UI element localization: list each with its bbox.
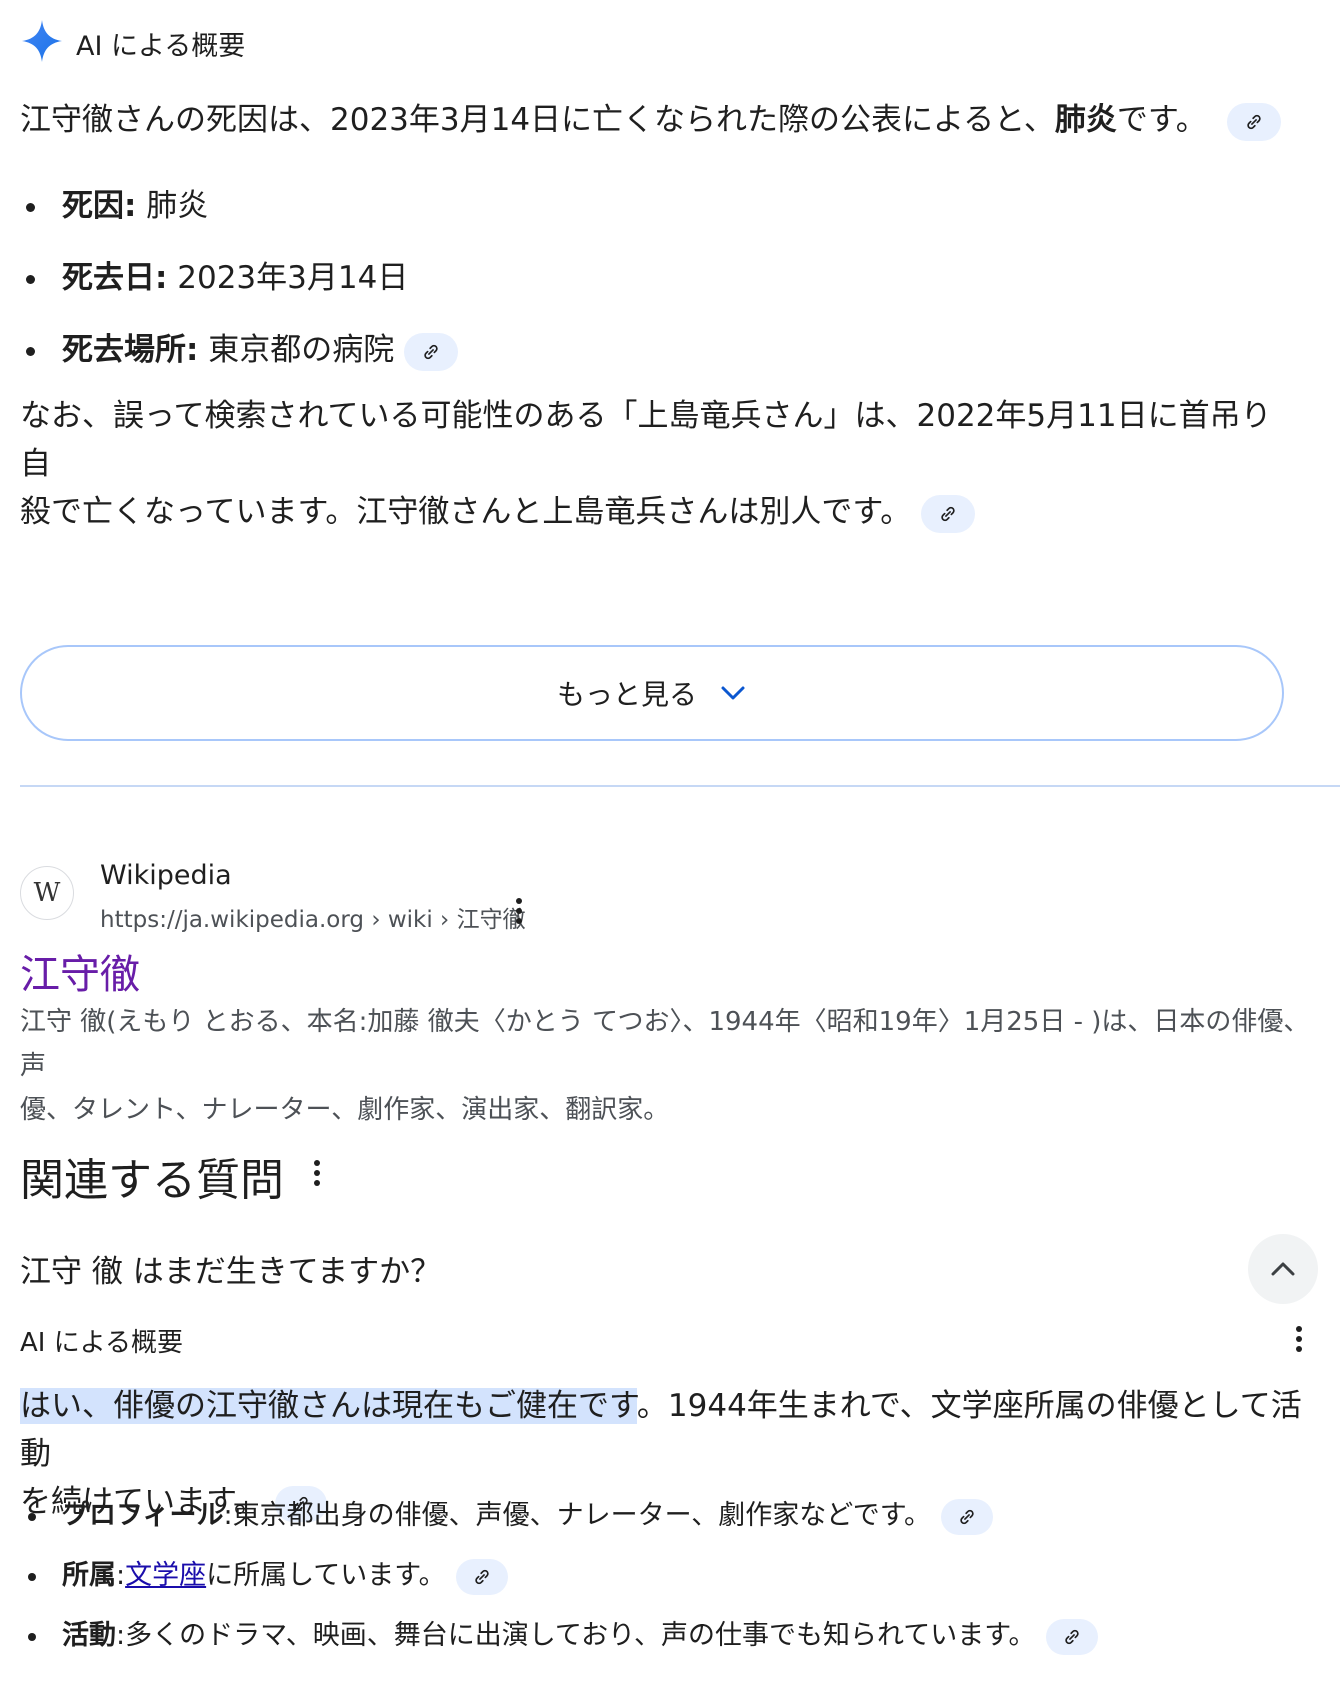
ai-facts-list: 死因: 肺炎 死去日: 2023年3月14日 死去場所: 東京都の病院 — [20, 182, 1320, 398]
source-link-chip[interactable] — [455, 1558, 508, 1595]
ai-note: なお、誤って検索されている可能性のある「上島竜兵さん」は、2022年5月11日に… — [20, 392, 1280, 536]
source-link-chip[interactable] — [921, 494, 976, 533]
ai-overview-title: AI による概要 — [76, 30, 246, 62]
note-text: 殺で亡くなっています。江守徹さんと上島竜兵さんは別人です。 — [20, 494, 912, 530]
fact-label: 死去場所: — [62, 332, 199, 368]
answer-highlight: はい、俳優の江守徹さんは現在もご健在です — [20, 1388, 637, 1424]
result-url[interactable]: https://ja.wikipedia.org › wiki › 江守徹 — [100, 900, 526, 934]
wikipedia-favicon: W — [20, 866, 74, 920]
snippet-line: 優、タレント、ナレーター、劇作家、演出家、翻訳家。 — [20, 1095, 670, 1125]
show-more-label: もっと見る — [556, 678, 697, 711]
list-item: 死去場所: 東京都の病院 — [20, 326, 1320, 398]
note-line-2: 殺で亡くなっています。江守徹さんと上島竜兵さんは別人です。 — [20, 488, 1280, 536]
result-site-name[interactable]: Wikipedia — [100, 860, 232, 891]
list-item: 所属:文学座に所属しています。 — [20, 1554, 1330, 1614]
detail-label: 所属 — [62, 1560, 116, 1591]
fact-label: 死因: — [62, 188, 137, 224]
fact-value: 東京都の病院 — [198, 332, 395, 368]
source-link-chip[interactable] — [1226, 102, 1281, 141]
link-icon — [1064, 1629, 1079, 1644]
detail-text-post: に所属しています。 — [206, 1560, 446, 1591]
related-questions-heading: 関連する質問 — [20, 1155, 284, 1206]
collapse-question-button[interactable] — [1248, 1234, 1318, 1304]
show-more-button[interactable]: もっと見る — [20, 645, 1284, 741]
link-icon — [941, 506, 955, 521]
link-icon — [960, 1509, 974, 1524]
detail-text: :多くのドラマ、映画、舞台に出演しており、声の仕事でも知られています。 — [116, 1620, 1036, 1651]
fact-label: 死去日: — [62, 260, 168, 296]
snippet-line: 江守 徹(えもり とおる、本名:加藤 徹夫〈かとう てつお〉、1944年〈昭和1… — [20, 1007, 1310, 1081]
chevron-down-icon — [719, 683, 747, 703]
chevron-up-icon — [1271, 1262, 1295, 1276]
detail-text: :東京都出身の俳優、声優、ナレーター、劇作家などです。 — [223, 1500, 932, 1531]
answer-details-list: プロフィール:東京都出身の俳優、声優、ナレーター、劇作家などです。 所属:文学座… — [20, 1494, 1330, 1674]
list-item: 活動:多くのドラマ、映画、舞台に出演しており、声の仕事でも知られています。 — [20, 1614, 1330, 1674]
more-vert-icon[interactable] — [312, 1160, 322, 1186]
list-item: 死因: 肺炎 — [20, 182, 1320, 254]
result-snippet: 江守 徹(えもり とおる、本名:加藤 徹夫〈かとう てつお〉、1944年〈昭和1… — [20, 1000, 1320, 1132]
detail-text-pre: : — [116, 1560, 126, 1591]
result-title-link[interactable]: 江守徹 — [20, 942, 140, 1000]
source-link-chip[interactable] — [1045, 1618, 1098, 1655]
link-icon — [424, 344, 438, 359]
bungakuza-link[interactable]: 文学座 — [125, 1560, 206, 1591]
ai-overview-header: AI による概要 — [22, 18, 245, 68]
more-vert-icon[interactable] — [514, 898, 524, 924]
link-icon — [474, 1569, 489, 1584]
fact-value: 2023年3月14日 — [167, 260, 409, 296]
source-link-chip[interactable] — [404, 332, 459, 371]
ai-summary: 江守徹さんの死因は、2023年3月14日に亡くなられた際の公表によると、肺炎です… — [20, 96, 1320, 144]
link-icon — [1246, 114, 1261, 129]
answer-line: はい、俳優の江守徹さんは現在もご健在です。1944年生まれで、文学座所属の俳優と… — [20, 1382, 1330, 1478]
detail-label: プロフィール — [62, 1500, 224, 1531]
gemini-sparkle-icon — [22, 20, 62, 66]
detail-label: 活動 — [62, 1620, 116, 1651]
summary-text-post: です。 — [1116, 102, 1207, 138]
summary-bold: 肺炎 — [1054, 102, 1117, 138]
answer-ai-overview-title: AI による概要 — [20, 1328, 183, 1358]
note-line: なお、誤って検索されている可能性のある「上島竜兵さん」は、2022年5月11日に… — [20, 398, 1272, 482]
more-vert-icon[interactable] — [1294, 1326, 1304, 1352]
related-question[interactable]: 江守 徹 はまだ生きてますか？ — [20, 1246, 441, 1291]
summary-text-pre: 江守徹さんの死因は、2023年3月14日に亡くなられた際の公表によると、 — [20, 102, 1055, 138]
list-item: プロフィール:東京都出身の俳優、声優、ナレーター、劇作家などです。 — [20, 1494, 1330, 1554]
list-item: 死去日: 2023年3月14日 — [20, 254, 1320, 326]
source-link-chip[interactable] — [941, 1498, 994, 1535]
section-divider — [20, 785, 1340, 787]
fact-value: 肺炎 — [136, 188, 209, 224]
